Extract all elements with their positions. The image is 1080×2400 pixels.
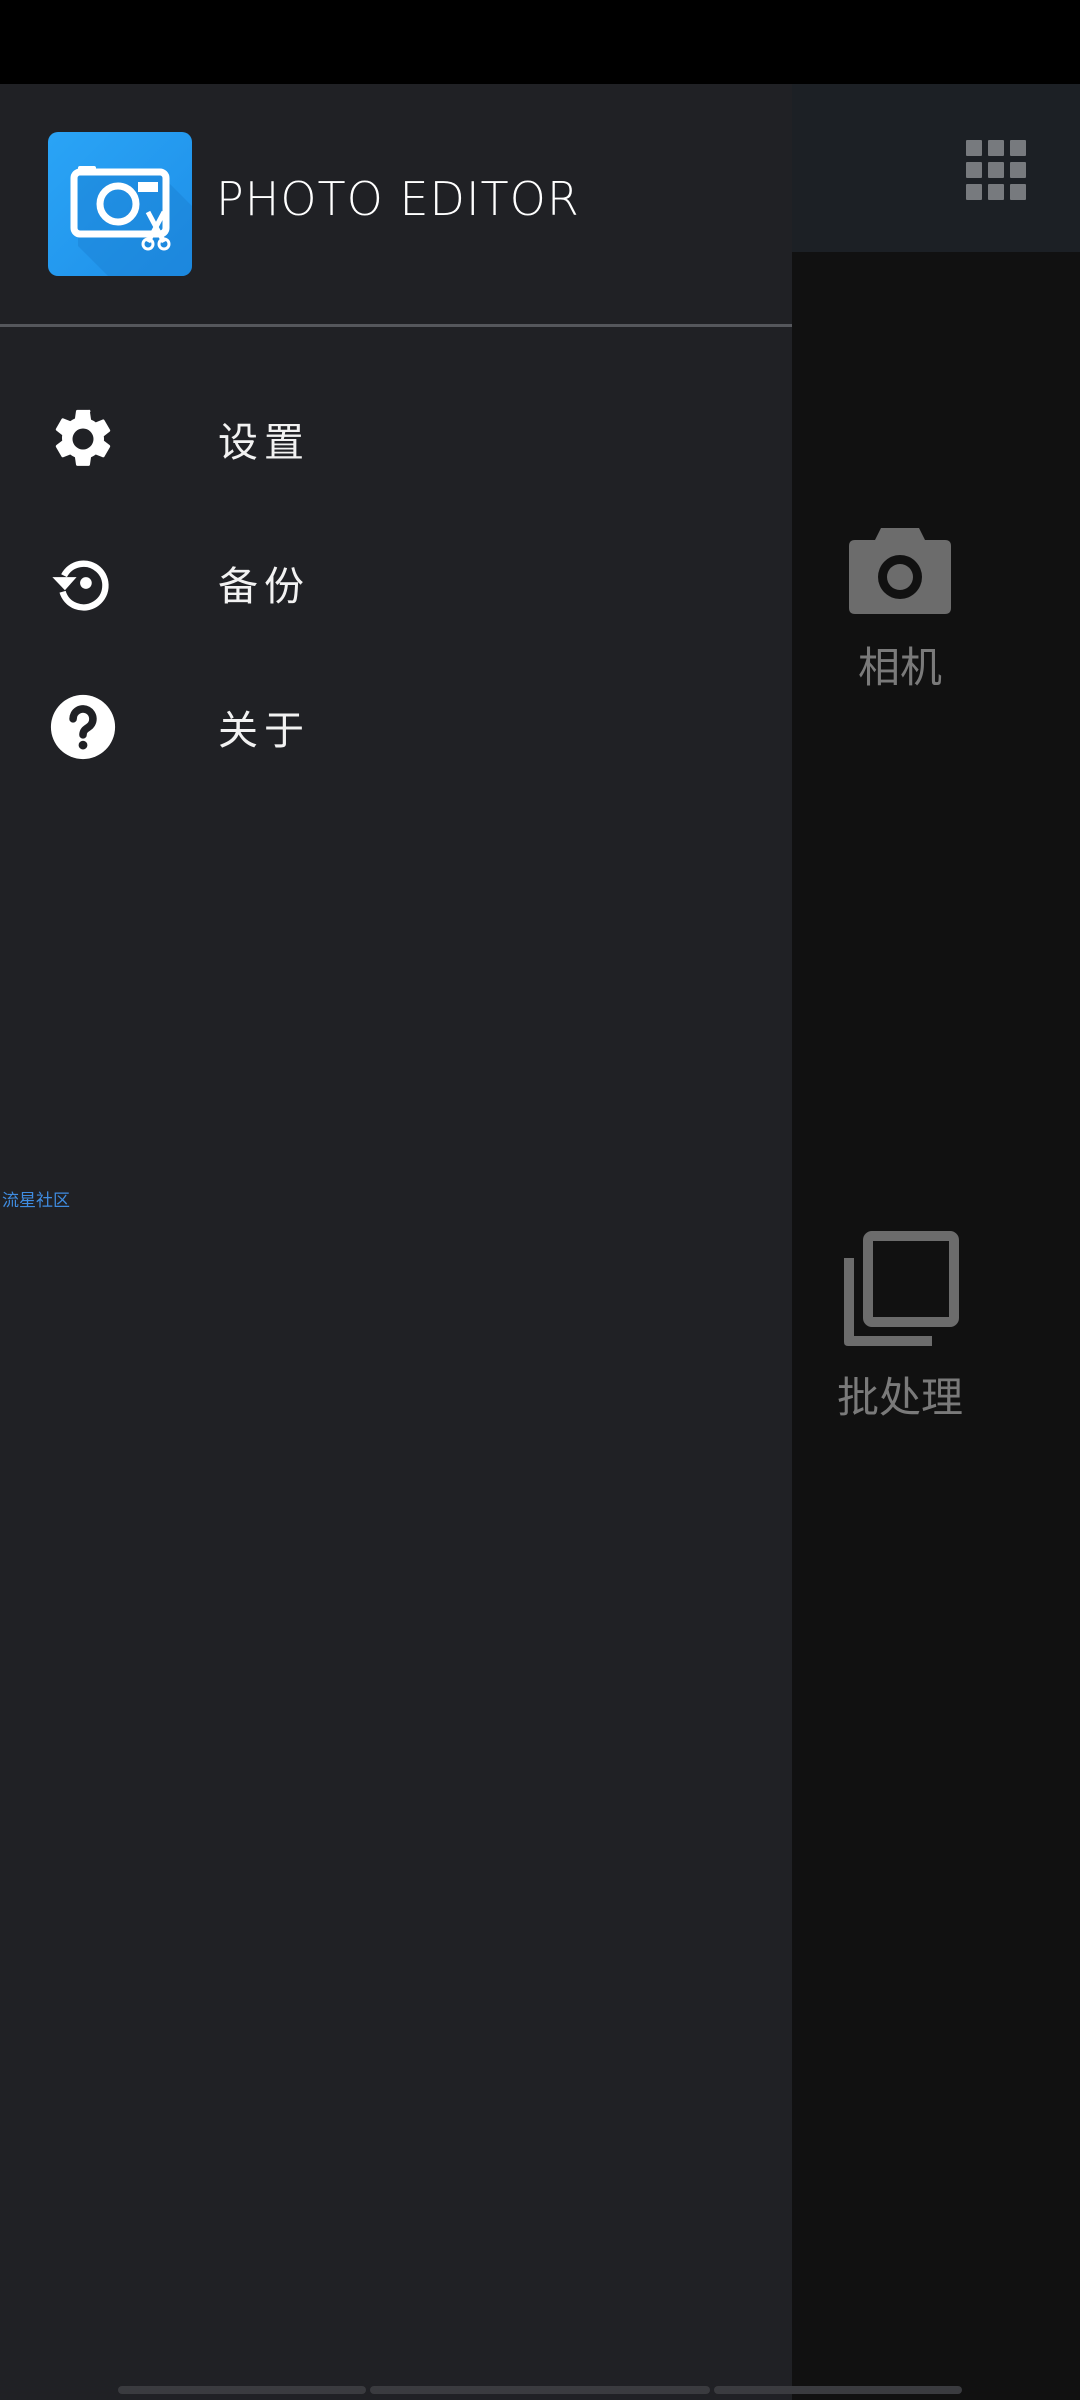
menu-item-about[interactable]: 关于 (0, 654, 792, 794)
camera-tile[interactable]: 相机 (800, 520, 1000, 695)
navigation-drawer: PHOTO EDITOR 设置 备份 关于 流星社区 (0, 84, 792, 2400)
menu-item-backup[interactable]: 备份 (0, 510, 792, 650)
batch-icon (844, 1231, 959, 1346)
menu-item-about-label: 关于 (218, 708, 310, 754)
batch-tile-label: 批处理 (836, 1373, 963, 1422)
help-icon (50, 694, 116, 760)
menu-item-settings-label: 设置 (218, 420, 310, 466)
camera-tile-label: 相机 (857, 643, 942, 692)
gear-icon (55, 409, 111, 466)
watermark-text: 流星社区 (2, 1191, 70, 1211)
gesture-bar-segment (714, 2386, 962, 2394)
header-divider (0, 324, 792, 327)
drawer-header: PHOTO EDITOR (0, 84, 792, 324)
status-bar (0, 0, 1080, 84)
camera-icon (849, 528, 951, 614)
menu-item-settings[interactable]: 设置 (0, 366, 792, 506)
gesture-bar-segment (370, 2386, 710, 2394)
grid-icon[interactable] (966, 140, 1026, 200)
menu-item-backup-label: 备份 (218, 564, 310, 610)
restore-icon (52, 560, 109, 611)
app-logo (48, 132, 192, 276)
gesture-bar-segment (118, 2386, 366, 2394)
app-name: PHOTO EDITOR (216, 172, 580, 226)
batch-tile[interactable]: 批处理 (800, 1230, 1000, 1425)
